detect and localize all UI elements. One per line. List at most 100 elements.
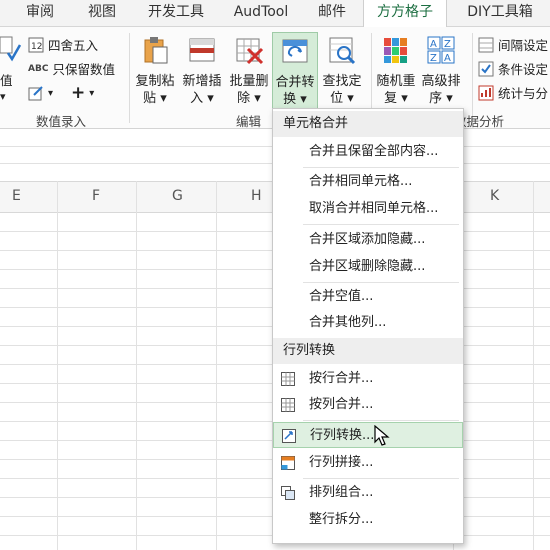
insert-row-icon bbox=[189, 38, 215, 62]
find-icon bbox=[329, 37, 356, 65]
plus-dropdown-arrow-icon[interactable]: ▾ bbox=[89, 88, 94, 99]
copy-paste-line1: 复制粘 bbox=[135, 74, 175, 89]
menu-item-label: 行列转换... bbox=[310, 428, 375, 443]
condition-icon bbox=[478, 61, 494, 76]
tab-fangfanggezi[interactable]: 方方格子 bbox=[363, 0, 447, 28]
keep-numbers-button[interactable]: ABC 只保留数值 bbox=[28, 59, 115, 78]
menu-item-row-col-convert[interactable]: 行列转换... bbox=[273, 422, 463, 448]
menu-item-merge-blanks[interactable]: 合并空值... bbox=[273, 284, 463, 310]
merge-convert-line2: 换 ▾ bbox=[283, 92, 307, 107]
menu-divider bbox=[303, 167, 459, 168]
keep-numbers-label: 只保留数值 bbox=[52, 62, 115, 77]
advanced-sort-line1: 高级排 bbox=[421, 74, 461, 89]
permutation-icon bbox=[281, 486, 295, 500]
condition-setting-label: 条件设定 bbox=[498, 62, 549, 77]
batch-insert-button[interactable]: 新增插 入 ▾ bbox=[180, 35, 224, 107]
plus-icon[interactable]: + bbox=[71, 83, 85, 103]
grid-line bbox=[57, 181, 58, 550]
interval-setting-button[interactable]: 间隔设定 bbox=[478, 35, 548, 54]
round-button[interactable]: 12 四舍五入 bbox=[28, 35, 98, 54]
merge-convert-line1: 合并转 bbox=[275, 75, 315, 90]
interval-icon bbox=[478, 37, 494, 52]
merge-convert-icon bbox=[282, 39, 308, 63]
menu-item-label: 取消合并相同单元格... bbox=[309, 201, 439, 216]
batch-delete-line1: 批量删 bbox=[229, 74, 269, 89]
svg-text:A: A bbox=[430, 39, 437, 50]
column-header-k[interactable]: K bbox=[490, 188, 499, 204]
menu-item-merge-by-row[interactable]: 按行合并... bbox=[273, 366, 463, 392]
menu-item-label: 合并空值... bbox=[309, 289, 374, 304]
menu-section-cell-merge: 单元格合并 bbox=[273, 111, 463, 137]
svg-text:Z: Z bbox=[430, 53, 437, 64]
join-icon bbox=[281, 456, 295, 470]
random-repeat-line1: 随机重 bbox=[376, 74, 416, 89]
menu-item-permutation[interactable]: 排列组合... bbox=[273, 480, 463, 506]
menu-item-merge-same-cells[interactable]: 合并相同单元格... bbox=[273, 169, 463, 195]
merge-convert-button[interactable]: 合并转 换 ▾ bbox=[272, 32, 318, 112]
column-header-h[interactable]: H bbox=[251, 188, 262, 204]
column-header-e[interactable]: E bbox=[12, 188, 21, 204]
delete-grid-icon bbox=[236, 38, 264, 65]
mouse-cursor-icon bbox=[374, 425, 390, 446]
grid-line bbox=[533, 181, 534, 550]
stats-button[interactable]: 统计与分 bbox=[478, 83, 548, 102]
round-label: 四舍五入 bbox=[48, 38, 99, 53]
menu-item-unmerge-same-cells[interactable]: 取消合并相同单元格... bbox=[273, 196, 463, 222]
random-icon bbox=[384, 38, 407, 63]
find-locate-line2: 位 ▾ bbox=[330, 91, 354, 106]
advanced-sort-button[interactable]: AZZA 高级排 序 ▾ bbox=[419, 35, 463, 107]
tab-developer[interactable]: 开发工具 bbox=[138, 0, 214, 26]
find-locate-line1: 查找定 bbox=[322, 74, 362, 89]
tab-diy-toolbox[interactable]: DIY工具箱 bbox=[455, 0, 545, 26]
menu-item-label: 整行拆分... bbox=[309, 512, 374, 527]
row-merge-icon bbox=[281, 372, 295, 386]
value-button-label[interactable]: 值 bbox=[0, 70, 13, 89]
value-icon bbox=[0, 35, 22, 63]
svg-text:A: A bbox=[444, 53, 451, 64]
group-label-data-entry: 数值录入 bbox=[36, 114, 87, 129]
batch-insert-line2: 入 ▾ bbox=[190, 91, 214, 106]
menu-item-merge-other-columns[interactable]: 合并其他列... bbox=[273, 310, 463, 336]
sort-az-icon: A ZZ A bbox=[427, 36, 455, 64]
menu-item-merge-by-column[interactable]: 按列合并... bbox=[273, 392, 463, 418]
tab-mail[interactable]: 邮件 bbox=[310, 0, 354, 26]
menu-item-merge-remove-hidden[interactable]: 合并区域删除隐藏... bbox=[273, 254, 463, 280]
menu-divider bbox=[303, 420, 459, 421]
condition-setting-button[interactable]: 条件设定 bbox=[478, 59, 548, 78]
menu-item-label: 行列拼接... bbox=[309, 455, 374, 470]
random-repeat-line2: 复 ▾ bbox=[384, 91, 408, 106]
batch-delete-button[interactable]: 批量删 除 ▾ bbox=[227, 35, 271, 107]
menu-item-label: 合并相同单元格... bbox=[309, 174, 413, 189]
menu-divider bbox=[303, 282, 459, 283]
grid-line bbox=[216, 181, 217, 550]
copy-paste-button[interactable]: 复制粘 贴 ▾ bbox=[133, 35, 177, 107]
column-header-f[interactable]: F bbox=[92, 188, 100, 204]
edit-icon[interactable] bbox=[28, 85, 44, 101]
menu-item-merge-add-hidden[interactable]: 合并区域添加隐藏... bbox=[273, 227, 463, 253]
menu-item-merge-keep-all[interactable]: 合并且保留全部内容... bbox=[273, 139, 463, 165]
dropdown-arrow-icon[interactable]: ▾ bbox=[0, 90, 6, 103]
menu-item-label: 合并区域删除隐藏... bbox=[309, 259, 426, 274]
find-locate-button[interactable]: 查找定 位 ▾ bbox=[320, 35, 364, 107]
tab-audtool[interactable]: AudTool bbox=[226, 0, 296, 26]
menu-divider bbox=[303, 478, 459, 479]
svg-text:12: 12 bbox=[31, 42, 42, 52]
menu-item-label: 合并区域添加隐藏... bbox=[309, 232, 426, 247]
menu-item-label: 合并且保留全部内容... bbox=[309, 144, 439, 159]
tab-view[interactable]: 视图 bbox=[80, 0, 124, 26]
menu-item-row-col-join[interactable]: 行列拼接... bbox=[273, 450, 463, 476]
edit-dropdown-arrow-icon[interactable]: ▾ bbox=[48, 88, 53, 99]
copy-paste-line2: 贴 ▾ bbox=[143, 91, 167, 106]
menu-item-split-rows[interactable]: 整行拆分... bbox=[273, 507, 463, 533]
column-header-g[interactable]: G bbox=[172, 188, 183, 204]
column-merge-icon bbox=[281, 398, 295, 412]
merge-convert-dropdown-menu: 单元格合并 合并且保留全部内容... 合并相同单元格... 取消合并相同单元格.… bbox=[272, 108, 464, 544]
menu-section-row-col-convert: 行列转换 bbox=[273, 338, 463, 364]
menu-item-label: 按行合并... bbox=[309, 371, 374, 386]
interval-setting-label: 间隔设定 bbox=[498, 38, 549, 53]
random-repeat-button[interactable]: 随机重 复 ▾ bbox=[374, 35, 418, 107]
tab-review[interactable]: 审阅 bbox=[18, 0, 62, 26]
group-divider bbox=[129, 33, 130, 123]
menu-item-label: 排列组合... bbox=[309, 485, 374, 500]
menu-item-label: 合并其他列... bbox=[309, 315, 387, 330]
